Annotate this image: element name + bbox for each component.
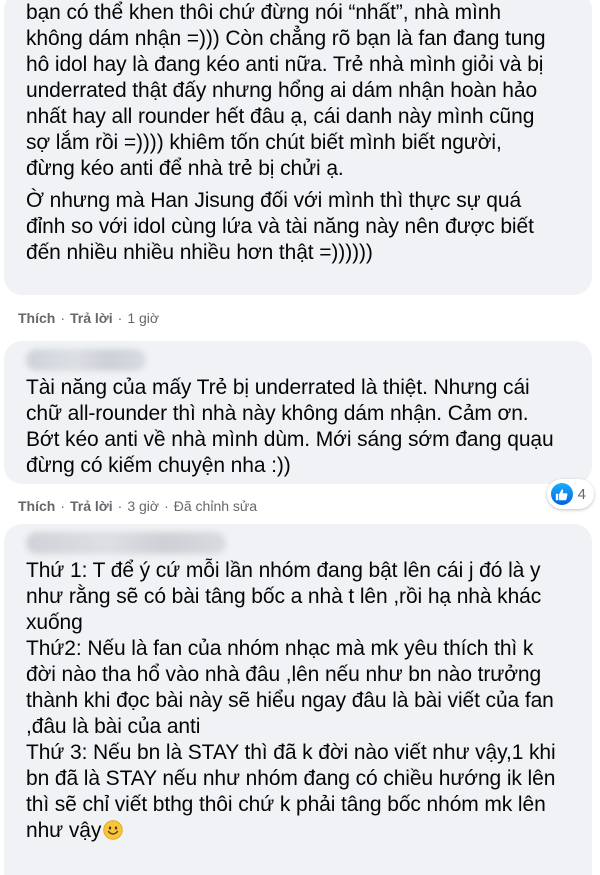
comment-text: Thứ 1: T để ý cứ mỗi lần nhóm đang bật l…: [26, 559, 556, 842]
reaction-summary[interactable]: 4: [546, 479, 594, 509]
comment-text: bạn có thể khen thôi chứ đừng nói “nhất”…: [26, 1, 546, 180]
separator: ·: [60, 498, 66, 514]
author-name-blurred[interactable]: [26, 349, 146, 371]
edited-label: Đã chỉnh sửa: [173, 498, 258, 514]
like-action[interactable]: Thích: [18, 498, 55, 514]
like-icon: [550, 483, 573, 505]
like-action[interactable]: Thích: [18, 310, 55, 326]
timestamp[interactable]: 1 giờ: [127, 310, 159, 326]
separator: ·: [60, 310, 66, 326]
separator: ·: [117, 310, 123, 326]
comment-bubble: Tài năng của mấy Trẻ bị underrated là th…: [4, 341, 592, 484]
smiling-face-emoji: [103, 820, 123, 840]
separator: ·: [164, 498, 169, 514]
timestamp[interactable]: 3 giờ: [127, 498, 159, 514]
comment-actions: Thích · Trả lời · 3 giờ · Đã chỉnh sửa: [18, 494, 257, 518]
author-name-blurred[interactable]: [26, 532, 226, 554]
comment-text: Tài năng của mấy Trẻ bị underrated là th…: [26, 376, 554, 477]
comment-bubble: Thứ 1: T để ý cứ mỗi lần nhóm đang bật l…: [4, 524, 592, 875]
reply-action[interactable]: Trả lời: [70, 498, 113, 514]
reply-action[interactable]: Trả lời: [70, 310, 113, 326]
comment-text: Ờ nhưng mà Han Jisung đối với mình thì t…: [26, 189, 534, 264]
reaction-count: 4: [577, 485, 586, 503]
comment-bubble: bạn có thể khen thôi chứ đừng nói “nhất”…: [4, 0, 592, 295]
comment-actions: Thích · Trả lời · 1 giờ: [18, 306, 159, 330]
separator: ·: [117, 498, 123, 514]
